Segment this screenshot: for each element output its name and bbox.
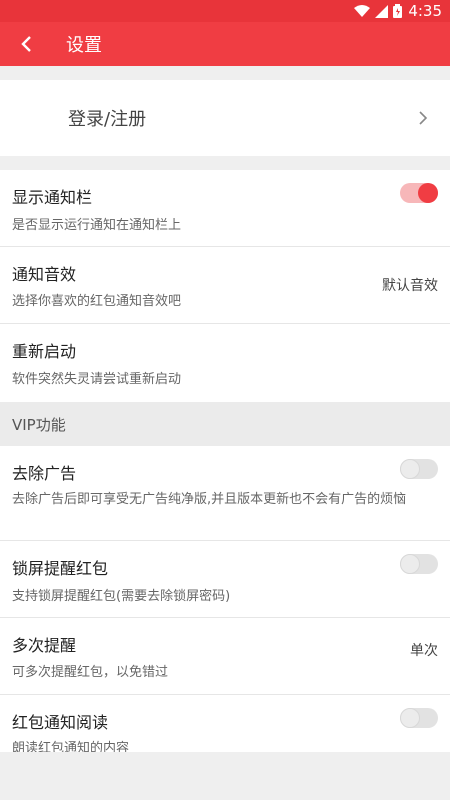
wifi-icon — [354, 4, 371, 17]
setting-title: 显示通知栏 — [12, 188, 93, 207]
bottom-background — [0, 752, 450, 800]
status-bar: 4:35 — [0, 0, 450, 22]
setting-subtitle: 是否显示运行通知在通知栏上 — [12, 218, 182, 233]
lockscreen-reminder-toggle[interactable] — [400, 554, 438, 574]
setting-title: 多次提醒 — [12, 636, 77, 655]
setting-subtitle: 去除广告后即可享受无广告纯净版,并且版本更新也不会有广告的烦恼 — [12, 492, 407, 507]
setting-title: 锁屏提醒红包 — [12, 559, 109, 578]
status-icons — [354, 4, 403, 18]
login-register-item[interactable]: 登录/注册 — [0, 80, 450, 156]
setting-lockscreen-reminder[interactable]: 锁屏提醒红包 支持锁屏提醒红包(需要去除锁屏密码) — [0, 541, 450, 618]
section-header-vip: VIP功能 — [0, 402, 450, 446]
read-notification-toggle[interactable] — [400, 708, 438, 728]
setting-value: 默认音效 — [382, 278, 438, 294]
status-time: 4:35 — [408, 2, 442, 20]
setting-subtitle: 选择你喜欢的红包通知音效吧 — [12, 294, 182, 309]
login-register-label: 登录/注册 — [68, 109, 147, 130]
setting-restart[interactable]: 重新启动 软件突然失灵请尝试重新启动 — [0, 324, 450, 402]
setting-show-notification[interactable]: 显示通知栏 是否显示运行通知在通知栏上 — [0, 170, 450, 247]
signal-icon — [375, 4, 389, 18]
setting-read-notification[interactable]: 红包通知阅读 朗读红包通知的内容 — [0, 695, 450, 752]
page-title: 设置 — [66, 35, 102, 56]
chevron-right-icon — [419, 111, 428, 125]
setting-subtitle: 软件突然失灵请尝试重新启动 — [12, 372, 182, 387]
setting-value: 单次 — [410, 643, 438, 659]
setting-title: 红包通知阅读 — [12, 713, 109, 732]
vip-settings-group: 去除广告 去除广告后即可享受无广告纯净版,并且版本更新也不会有广告的烦恼 锁屏提… — [0, 446, 450, 752]
setting-subtitle: 朗读红包通知的内容 — [12, 741, 130, 752]
remove-ads-toggle[interactable] — [400, 459, 438, 479]
app-bar: 设置 — [0, 22, 450, 66]
battery-icon — [393, 4, 403, 18]
back-arrow-icon — [21, 36, 31, 52]
setting-notification-sound[interactable]: 通知音效 选择你喜欢的红包通知音效吧 默认音效 — [0, 247, 450, 324]
setting-subtitle: 支持锁屏提醒红包(需要去除锁屏密码) — [12, 589, 231, 604]
general-settings-group: 显示通知栏 是否显示运行通知在通知栏上 通知音效 选择你喜欢的红包通知音效吧 默… — [0, 170, 450, 402]
setting-title: 通知音效 — [12, 265, 77, 284]
setting-title: 去除广告 — [12, 464, 77, 483]
setting-remove-ads[interactable]: 去除广告 去除广告后即可享受无广告纯净版,并且版本更新也不会有广告的烦恼 — [0, 446, 450, 541]
setting-subtitle: 可多次提醒红包，以免错过 — [12, 665, 169, 680]
back-button[interactable] — [0, 22, 52, 66]
setting-title: 重新启动 — [12, 342, 77, 361]
setting-multiple-reminders[interactable]: 多次提醒 可多次提醒红包，以免错过 单次 — [0, 618, 450, 695]
show-notification-toggle[interactable] — [400, 183, 438, 203]
